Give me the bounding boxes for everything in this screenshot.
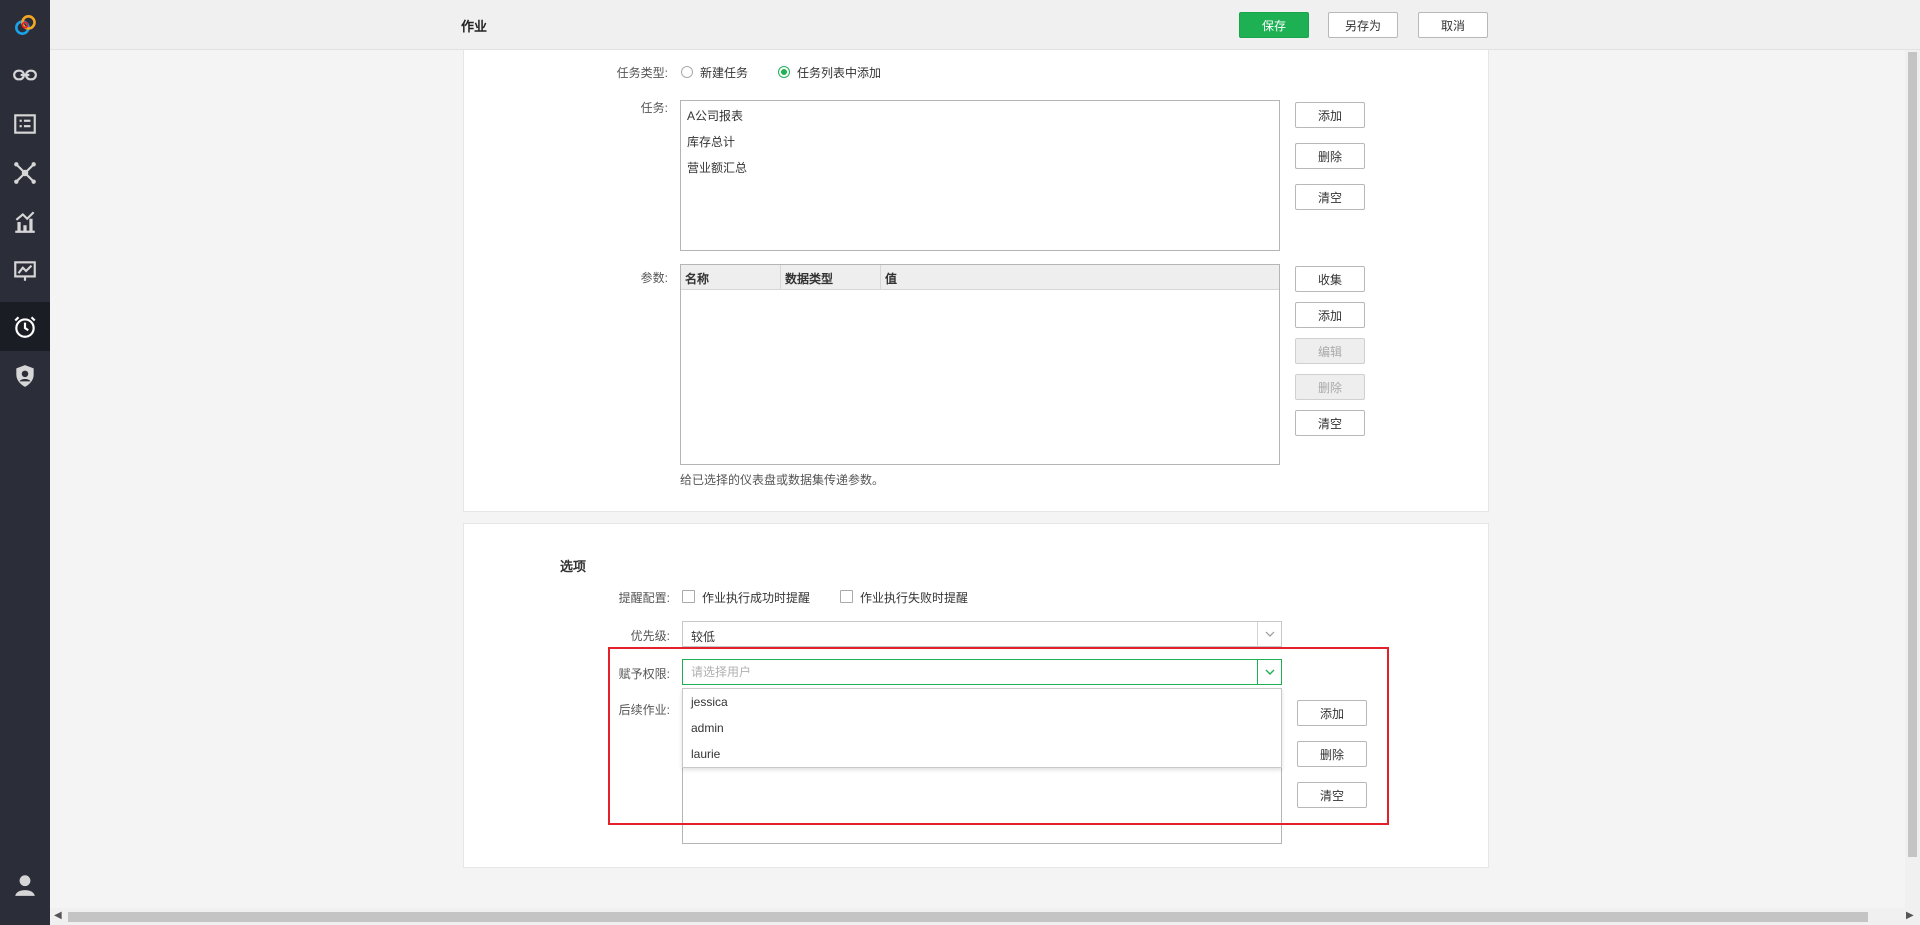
params-add-button[interactable]: 添加	[1295, 302, 1365, 328]
scroll-left-icon[interactable]: ◀	[54, 910, 62, 921]
nav-item-security[interactable]	[0, 351, 50, 400]
task-label: 任务:	[640, 101, 668, 115]
nav-item-datasource[interactable]	[0, 50, 50, 99]
save-button[interactable]: 保存	[1239, 12, 1309, 38]
list-item[interactable]: 库存总计	[687, 133, 735, 150]
alarm-clock-icon	[14, 315, 36, 338]
params-table: 名称 数据类型 值	[680, 264, 1280, 465]
highlight-box	[608, 647, 1389, 825]
task-type-label: 任务类型:	[616, 66, 668, 80]
task-panel: 任务类型: 新建任务 任务列表中添加 任务: A公司报表 库存总计 营业额汇总 …	[463, 50, 1489, 512]
network-icon	[14, 161, 36, 184]
params-collect-button[interactable]: 收集	[1295, 266, 1365, 292]
params-delete-button[interactable]: 删除	[1295, 374, 1365, 400]
reminder-success-checkbox[interactable]	[682, 590, 695, 603]
column-header-name[interactable]: 名称	[681, 265, 781, 290]
params-clear-button[interactable]: 清空	[1295, 410, 1365, 436]
nav-item-analysis[interactable]	[0, 197, 50, 246]
radio-new-task[interactable]	[681, 66, 693, 78]
nav-item-dataset[interactable]	[0, 99, 50, 148]
list-item[interactable]: A公司报表	[687, 107, 743, 124]
link-icon	[13, 69, 37, 80]
shield-user-icon	[16, 364, 34, 387]
nav-item-schedule[interactable]	[0, 302, 50, 351]
params-hint: 给已选择的仪表盘或数据集传递参数。	[680, 473, 885, 487]
task-add-button[interactable]: 添加	[1295, 102, 1365, 128]
vertical-scrollbar[interactable]	[1905, 50, 1920, 908]
reminder-label: 提醒配置:	[618, 591, 670, 605]
column-header-value[interactable]: 值	[881, 265, 1279, 290]
priority-select[interactable]: 较低	[682, 621, 1282, 647]
bar-chart-icon	[15, 210, 35, 233]
left-nav	[0, 0, 50, 925]
params-label: 参数:	[640, 271, 668, 285]
app-logo[interactable]	[0, 0, 50, 50]
reminder-success-label: 作业执行成功时提醒	[702, 591, 811, 605]
cancel-button[interactable]: 取消	[1418, 12, 1488, 38]
params-edit-button[interactable]: 编辑	[1295, 338, 1365, 364]
task-clear-button[interactable]: 清空	[1295, 184, 1365, 210]
radio-from-list[interactable]	[778, 66, 790, 78]
radio-new-task-label: 新建任务	[700, 66, 749, 80]
task-list[interactable]: A公司报表 库存总计 营业额汇总	[680, 100, 1280, 251]
radio-from-list-label: 任务列表中添加	[797, 66, 882, 80]
nav-item-model[interactable]	[0, 148, 50, 197]
content-area: 任务类型: 新建任务 任务列表中添加 任务: A公司报表 库存总计 营业额汇总 …	[50, 50, 1905, 908]
task-delete-button[interactable]: 删除	[1295, 143, 1365, 169]
nav-item-dashboard[interactable]	[0, 246, 50, 295]
user-icon	[15, 874, 35, 896]
vertical-scroll-thumb[interactable]	[1908, 52, 1917, 857]
chevron-down-icon[interactable]	[1257, 622, 1281, 646]
presentation-icon	[14, 260, 36, 281]
reminder-failure-checkbox[interactable]	[840, 590, 853, 603]
column-header-type[interactable]: 数据类型	[781, 265, 881, 290]
save-as-button[interactable]: 另存为	[1328, 12, 1398, 38]
horizontal-scroll-thumb[interactable]	[68, 912, 1868, 922]
list-item[interactable]: 营业额汇总	[687, 159, 747, 176]
list-icon	[14, 113, 36, 134]
scroll-right-icon[interactable]: ▶	[1906, 910, 1914, 921]
options-title: 选项	[560, 559, 587, 574]
page-title: 作业	[461, 19, 488, 34]
priority-value: 较低	[691, 630, 716, 644]
horizontal-scrollbar[interactable]: ◀ ▶	[50, 908, 1920, 925]
reminder-failure-label: 作业执行失败时提醒	[860, 591, 969, 605]
page-header: 作业 保存 另存为 取消	[50, 0, 1920, 50]
logo-icon	[15, 15, 36, 35]
priority-label: 优先级:	[630, 629, 670, 643]
nav-item-user[interactable]	[0, 860, 50, 909]
